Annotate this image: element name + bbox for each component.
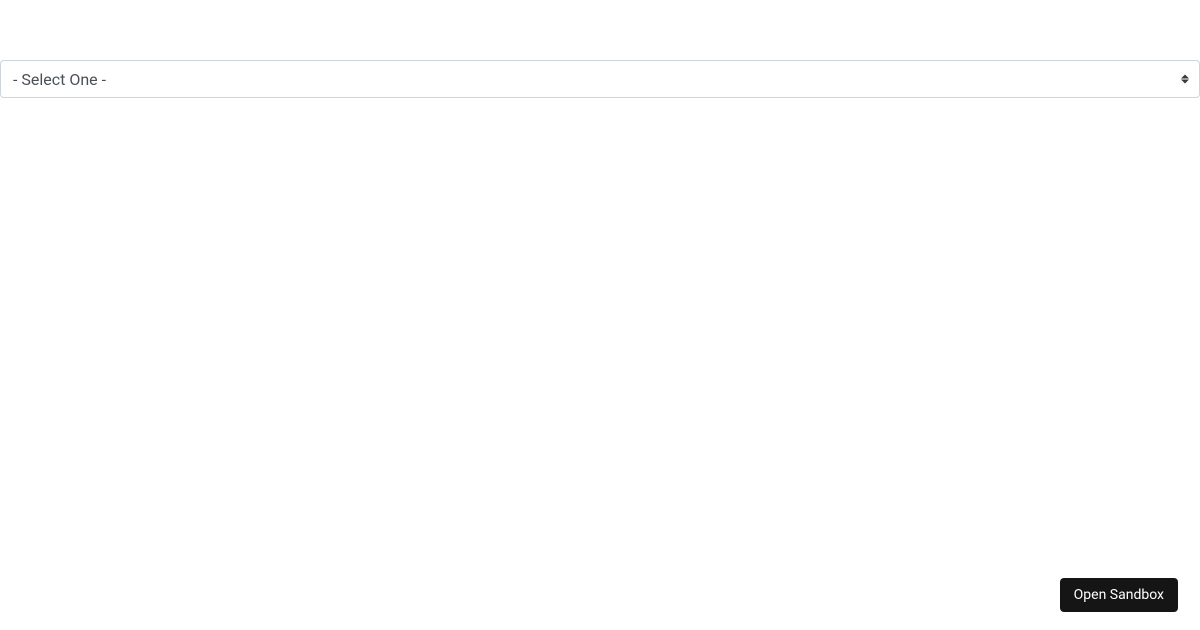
select-dropdown[interactable]: - Select One - bbox=[0, 60, 1200, 98]
select-arrows-icon bbox=[1181, 75, 1189, 84]
select-selected-label: - Select One - bbox=[13, 70, 1187, 89]
chevron-down-icon bbox=[1181, 80, 1189, 84]
open-sandbox-button[interactable]: Open Sandbox bbox=[1060, 578, 1178, 612]
chevron-up-icon bbox=[1181, 75, 1189, 79]
select-container: - Select One - bbox=[0, 60, 1200, 98]
